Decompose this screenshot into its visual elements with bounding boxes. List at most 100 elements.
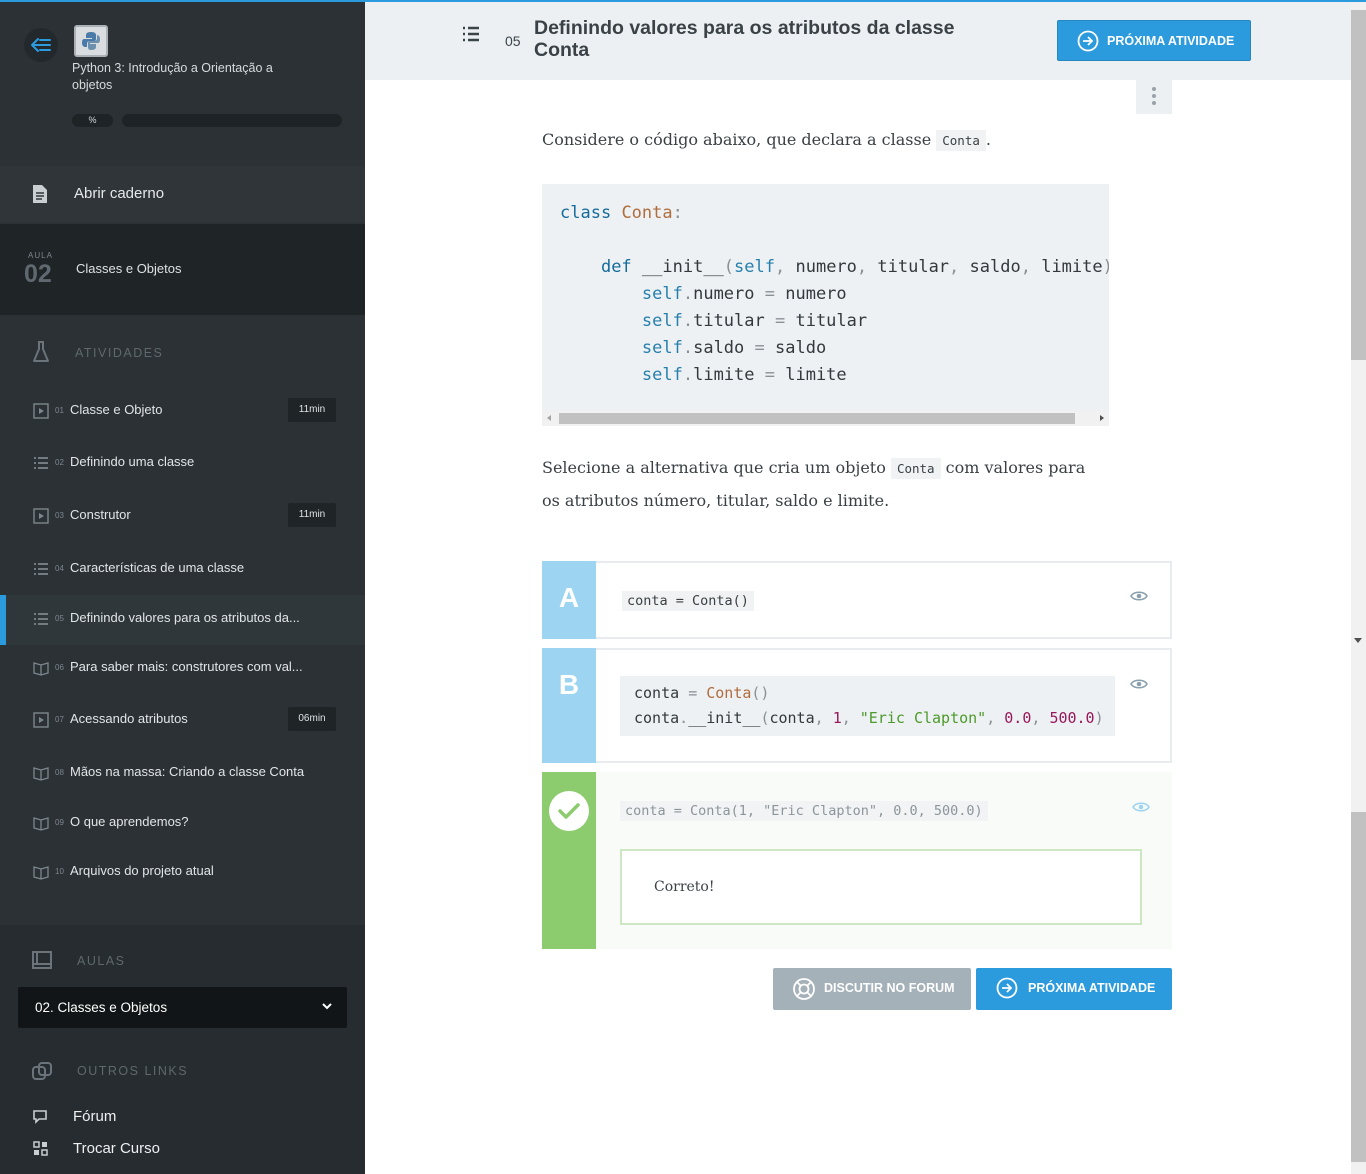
aulas-selected-value: 02. Classes e Objetos [35, 1000, 168, 1015]
lessons-book-icon [32, 951, 52, 969]
feedback-text: Correto! [654, 879, 715, 895]
aulas-select[interactable]: 02. Classes e Objetos [18, 987, 347, 1028]
activity-item-06[interactable]: 06 Para saber mais: construtores com val.… [0, 644, 365, 694]
discuss-forum-button[interactable]: DISCUTIR NO FORUM [773, 968, 971, 1010]
lesson-name: Classes e Objetos [76, 261, 182, 276]
next-activity-label-bottom: PRÓXIMA ATIVIDADE [1028, 981, 1156, 995]
scroll-down-arrow[interactable] [1354, 638, 1362, 643]
sidebar-bottom: AULAS 02. Classes e Objetos OUTROS LINKS… [0, 925, 365, 1174]
lifebuoy-icon [793, 978, 815, 1000]
activity-name: Acessando atributos [70, 711, 188, 726]
alternative-a-code: conta = Conta() [622, 591, 754, 611]
scroll-left-arrow[interactable] [547, 415, 551, 421]
activity-number: 07 [55, 715, 64, 724]
eye-icon[interactable] [1132, 801, 1150, 813]
activity-item-10[interactable]: 10 Arquivos do projeto atual [0, 848, 365, 898]
activity-number: 08 [55, 768, 64, 777]
activity-item-07[interactable]: 07 Acessando atributos 06min [0, 696, 365, 746]
video-icon [33, 712, 49, 728]
grid-icon [33, 1141, 48, 1156]
discuss-forum-label: DISCUTIR NO FORUM [824, 981, 955, 995]
activity-name: Construtor [70, 507, 131, 522]
alternative-b-code: conta = Conta() conta.__init__(conta, 1, … [620, 676, 1115, 736]
python-course-icon [74, 25, 108, 57]
activity-number: 02 [55, 458, 64, 467]
alternative-b-code-line-1: conta = Conta() [634, 684, 770, 702]
activity-item-04[interactable]: 04 Características de uma classe [0, 545, 365, 595]
activity-item-08[interactable]: 08 Mãos na massa: Criando a classe Conta [0, 749, 365, 799]
more-options-button[interactable] [1136, 78, 1172, 114]
code-content: class Conta: def __init__(self, numero, … [560, 203, 1109, 385]
activity-name: Características de uma classe [70, 560, 245, 575]
video-icon [33, 508, 49, 524]
change-course-link[interactable]: Trocar Curso [0, 1135, 365, 1165]
alternative-letter-b: B [542, 648, 596, 763]
course-progress-bar [122, 114, 342, 127]
intro-text: Considere o código abaixo, que declara a… [542, 124, 991, 157]
outros-links-section-title: OUTROS LINKS [77, 1064, 189, 1078]
arrow-left-icon [31, 38, 51, 52]
activity-number: 01 [55, 406, 64, 415]
activity-number: 09 [55, 818, 64, 827]
check-icon [558, 803, 580, 819]
activity-item-03[interactable]: 03 Construtor 11min [0, 492, 365, 542]
forum-icon [33, 1110, 47, 1124]
activity-number: 06 [55, 663, 64, 672]
activity-header: 05 Definindo valores para os atributos d… [365, 0, 1351, 80]
next-activity-button-top[interactable]: PRÓXIMA ATIVIDADE [1057, 20, 1251, 61]
current-lesson: AULA 02 Classes e Objetos [0, 224, 365, 315]
page-scrollbar-thumb[interactable] [1351, 10, 1366, 360]
activity-item-01[interactable]: 01 Classe e Objeto 11min [0, 387, 365, 437]
activity-item-05[interactable]: 05 Definindo valores para os atributos da… [0, 595, 365, 645]
activity-item-02[interactable]: 02 Definindo uma classe [0, 439, 365, 489]
eye-icon[interactable] [1130, 678, 1148, 690]
scroll-right-arrow[interactable] [1100, 415, 1104, 421]
activity-item-09[interactable]: 09 O que aprendemos? [0, 799, 365, 849]
alternative-correct-marker [542, 772, 596, 949]
book-icon [33, 864, 49, 880]
book-icon [33, 815, 49, 831]
back-button[interactable] [24, 28, 58, 62]
alternative-letter-a: A [542, 561, 596, 639]
inline-code-conta: Conta [936, 130, 986, 151]
list-icon [33, 561, 49, 577]
intro-text-part: Considere o código abaixo, que declara a… [542, 130, 937, 149]
question-text-part: Selecione a alternativa que cria um obje… [542, 458, 891, 477]
activity-number: 10 [55, 867, 64, 876]
list-icon [33, 455, 49, 471]
flask-icon [33, 341, 49, 362]
activity-number: 05 [505, 33, 521, 49]
answer-feedback: Correto! [620, 849, 1142, 925]
activity-list-icon[interactable] [461, 24, 481, 44]
change-course-link-label: Trocar Curso [73, 1140, 160, 1157]
activity-duration-badge: 06min [288, 707, 336, 731]
page-scrollbar-track-mark [1351, 812, 1366, 1162]
sidebar: Python 3: Introdução a Orientação a obje… [0, 0, 365, 1174]
next-activity-button-bottom[interactable]: PRÓXIMA ATIVIDADE [976, 968, 1172, 1010]
alternative-b[interactable]: B conta = Conta() conta.__init__(conta, 1… [542, 648, 1172, 763]
eye-icon[interactable] [1130, 590, 1148, 602]
top-accent-bar [0, 0, 1366, 2]
alternative-a[interactable]: A conta = Conta() [542, 561, 1172, 639]
alternative-c-correct[interactable]: conta = Conta(1, "Eric Clapton", 0.0, 50… [542, 772, 1172, 949]
code-horizontal-scrollbar[interactable] [542, 411, 1109, 426]
activity-name: Mãos na massa: Criando a classe Conta [70, 764, 305, 779]
intro-text-end: . [985, 130, 991, 149]
activities-section-title: ATIVIDADES [75, 346, 164, 360]
code-scroll-thumb[interactable] [559, 413, 1075, 424]
inline-code-conta-2: Conta [890, 458, 941, 479]
sidebar-header: Python 3: Introdução a Orientação a obje… [0, 0, 365, 160]
video-icon [33, 403, 49, 419]
activity-duration-badge: 11min [288, 503, 336, 527]
activity-name: Definindo valores para os atributos da..… [70, 610, 300, 625]
open-notebook-link[interactable]: Abrir caderno [0, 166, 365, 222]
activity-number: 05 [55, 614, 64, 623]
forum-link[interactable]: Fórum [0, 1103, 365, 1133]
alternative-b-code-line-2: conta.__init__(conta, 1, "Eric Clapton",… [634, 709, 1104, 727]
notebook-label: Abrir caderno [74, 185, 165, 202]
document-icon [33, 185, 47, 203]
list-icon [33, 611, 49, 627]
question-text: Selecione a alternativa que cria um obje… [542, 452, 1102, 517]
chevron-down-icon [322, 1003, 332, 1010]
links-icon [32, 1062, 52, 1080]
